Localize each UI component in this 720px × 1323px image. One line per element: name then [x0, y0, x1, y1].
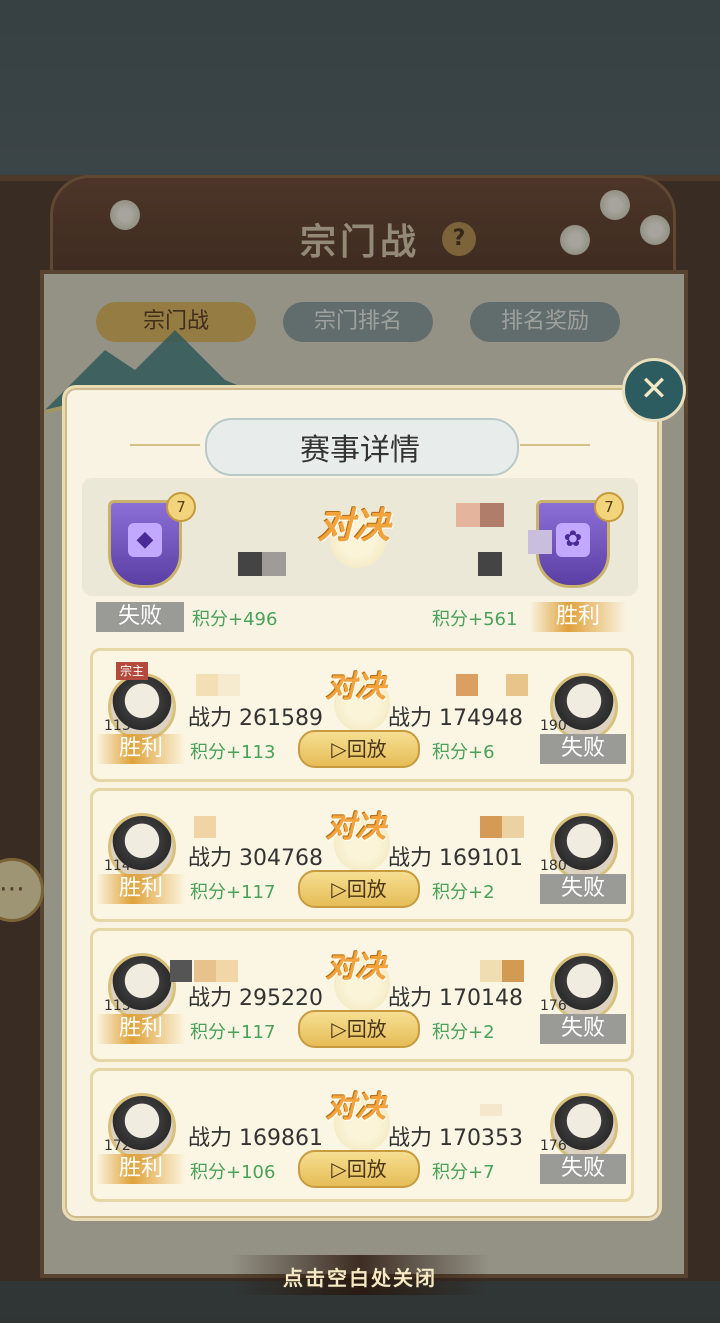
player-score-left: 积分+117	[190, 882, 276, 903]
player-score-right: 积分+2	[432, 1022, 495, 1043]
player-power-right: 战力 170148	[388, 986, 523, 1011]
match-result-left: 胜利	[96, 1014, 186, 1044]
player-level: 114	[104, 858, 131, 874]
player-score-right: 积分+6	[432, 742, 495, 763]
mosaic-name	[456, 503, 480, 527]
player-power-right: 战力 170353	[388, 1126, 523, 1151]
mosaic-name	[480, 816, 502, 838]
sect-emblem-icon: ◆	[128, 523, 162, 557]
player-score-left: 积分+117	[190, 1022, 276, 1043]
player-power-left: 战力 261589	[188, 706, 323, 731]
player-power-right: 战力 174948	[388, 706, 523, 731]
mosaic-name	[480, 503, 504, 527]
mosaic-name	[456, 674, 478, 696]
mosaic-name	[238, 552, 262, 576]
close-icon[interactable]: ✕	[622, 358, 686, 422]
player-score-left: 积分+113	[190, 742, 276, 763]
mosaic-name	[194, 960, 216, 982]
match-result-right: 失败	[540, 1154, 626, 1184]
vs-text: 对决	[318, 505, 391, 547]
sect-leader-badge: 宗主	[116, 662, 149, 680]
mosaic-name	[170, 960, 192, 982]
dialog-title: 赛事详情	[300, 433, 420, 468]
player-power-left: 战力 304768	[188, 846, 323, 871]
mosaic-name	[502, 816, 524, 838]
sect-result-left: 失败	[96, 602, 184, 632]
match-result-left: 胜利	[96, 734, 186, 764]
player-power-left: 战力 295220	[188, 986, 323, 1011]
match-result-left: 胜利	[96, 1154, 186, 1184]
vs-text: 对决	[326, 1090, 386, 1125]
player-power-left: 战力 169861	[188, 1126, 323, 1151]
vs-text: 对决	[326, 810, 386, 845]
mosaic-name	[480, 1104, 502, 1116]
mosaic-name	[194, 816, 216, 838]
sect-score-left: 积分+496	[192, 609, 278, 630]
player-power-right: 战力 169101	[388, 846, 523, 871]
mosaic-name	[196, 674, 218, 696]
sect-level-badge: 7	[594, 492, 624, 522]
player-level: 176	[540, 998, 567, 1014]
player-score-left: 积分+106	[190, 1162, 276, 1183]
player-level: 190	[540, 718, 567, 734]
mosaic-name	[528, 530, 552, 554]
player-level: 180	[540, 858, 567, 874]
replay-button[interactable]: ▷回放	[298, 1150, 420, 1188]
replay-label: 回放	[346, 1157, 387, 1181]
player-level: 176	[540, 1138, 567, 1154]
replay-button[interactable]: ▷回放	[298, 870, 420, 908]
player-level: 113	[104, 718, 131, 734]
replay-button[interactable]: ▷回放	[298, 1010, 420, 1048]
sect-score-right: 积分+561	[432, 609, 518, 630]
sect-result-right: 胜利	[530, 602, 626, 632]
lotus-emblem-icon: ✿	[556, 523, 590, 557]
player-score-right: 积分+7	[432, 1162, 495, 1183]
mosaic-name	[506, 674, 528, 696]
match-result-right: 失败	[540, 734, 626, 764]
replay-label: 回放	[346, 877, 387, 901]
mosaic-name	[480, 960, 502, 982]
mosaic-name	[218, 674, 240, 696]
mosaic-name	[262, 552, 286, 576]
match-result-left: 胜利	[96, 874, 186, 904]
replay-label: 回放	[346, 1017, 387, 1041]
match-result-right: 失败	[540, 1014, 626, 1044]
mosaic-name	[216, 960, 238, 982]
vs-text: 对决	[326, 950, 386, 985]
sect-level-badge: 7	[166, 492, 196, 522]
vs-text: 对决	[326, 670, 386, 705]
player-score-right: 积分+2	[432, 882, 495, 903]
mosaic-name	[502, 960, 524, 982]
replay-label: 回放	[346, 737, 387, 761]
close-hint: 点击空白处关闭	[283, 1266, 437, 1290]
player-level: 172	[104, 1138, 131, 1154]
replay-button[interactable]: ▷回放	[298, 730, 420, 768]
mosaic-name	[478, 552, 502, 576]
match-result-right: 失败	[540, 874, 626, 904]
player-level: 115	[104, 998, 131, 1014]
